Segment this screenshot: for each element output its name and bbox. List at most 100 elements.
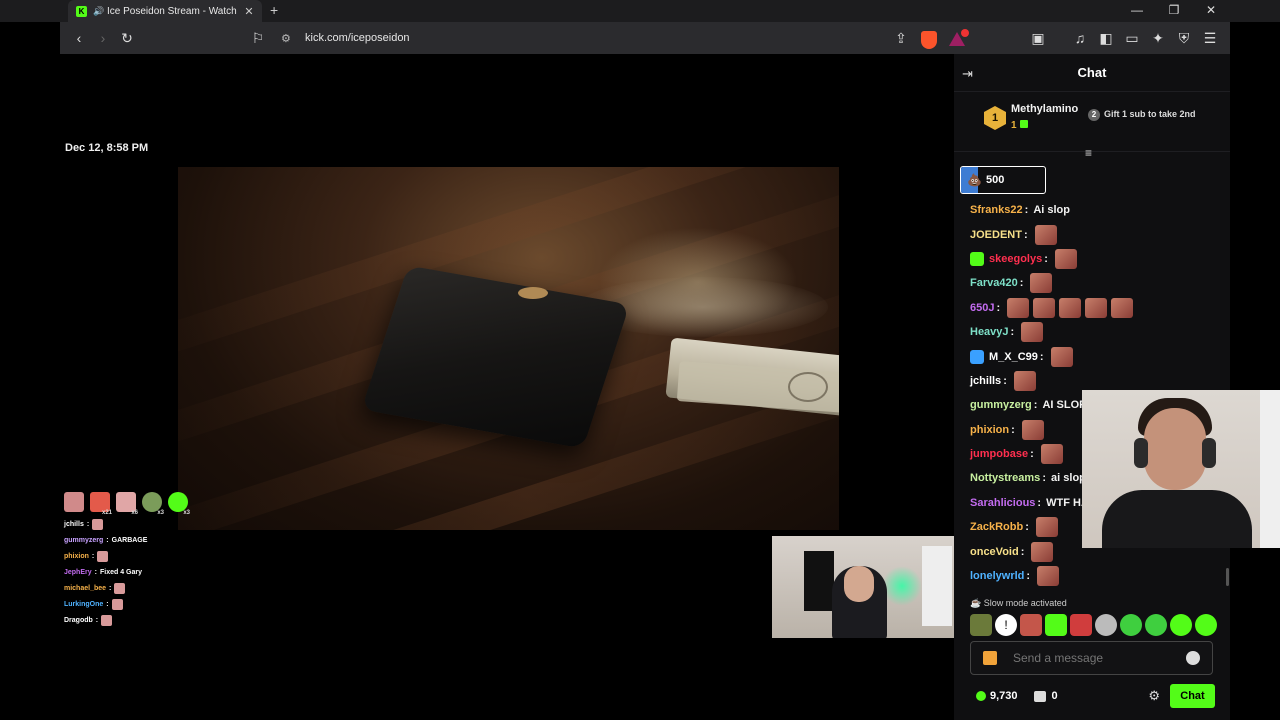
- share-icon[interactable]: ⇪: [889, 26, 913, 50]
- overlay-emote: x3: [168, 492, 190, 516]
- leo-ai-icon[interactable]: ✦: [1146, 26, 1170, 50]
- chat-username[interactable]: phixion: [970, 424, 1009, 436]
- emote-button[interactable]: [1045, 614, 1067, 636]
- chat-message: JOEDENT:: [970, 222, 1226, 246]
- browser-tab[interactable]: K 🔊 Ice Poseidon Stream - Watch ✕: [68, 0, 262, 22]
- chat-username[interactable]: HeavyJ: [970, 326, 1009, 338]
- chat-username[interactable]: skeegolys: [989, 253, 1042, 265]
- menu-icon[interactable]: ☰: [1198, 26, 1222, 50]
- chat-username[interactable]: Sarahlicious: [970, 497, 1035, 509]
- emote-button[interactable]: [970, 614, 992, 636]
- gift-prompt[interactable]: 2 Gift 1 sub to take 2nd: [1088, 109, 1228, 121]
- chat-username[interactable]: jumpobase: [970, 448, 1028, 460]
- chat-username[interactable]: Farva420: [970, 277, 1018, 289]
- brave-shields-icon[interactable]: [917, 26, 941, 50]
- vpn-icon[interactable]: ⛨: [1172, 26, 1196, 50]
- chat-emote: [1021, 419, 1044, 440]
- chat-username[interactable]: lonelywrld: [970, 570, 1024, 582]
- site-info-icon[interactable]: ⚙: [281, 32, 295, 45]
- chat-message: Farva420:: [970, 271, 1226, 295]
- overlay-username: Dragodb: [64, 616, 93, 624]
- emoji-picker-icon[interactable]: [1186, 651, 1200, 665]
- leader-name[interactable]: Methylamino: [1011, 103, 1078, 115]
- send-chat-button[interactable]: Chat: [1170, 684, 1215, 708]
- tab-close-icon[interactable]: ✕: [242, 5, 256, 18]
- emote-button[interactable]: [1070, 614, 1092, 636]
- bookmark-icon[interactable]: ⚐: [246, 26, 270, 50]
- chat-input-box[interactable]: [970, 641, 1213, 675]
- chat-username[interactable]: jchills: [970, 375, 1001, 387]
- chat-username[interactable]: Nottystreams: [970, 472, 1040, 484]
- overlay-emote: [64, 492, 84, 512]
- chat-emote: [1037, 566, 1060, 587]
- media-icon[interactable]: ♫: [1068, 26, 1092, 50]
- points-icon: [976, 691, 986, 701]
- leader-subs: 1: [1011, 120, 1028, 131]
- message-input[interactable]: [1005, 651, 1186, 665]
- quick-emote-bar: !: [970, 614, 1217, 636]
- emote-button[interactable]: [1120, 614, 1142, 636]
- user-badge-icon: [970, 251, 984, 266]
- streamer-webcam-large: [1082, 390, 1280, 548]
- emote-button[interactable]: [1170, 614, 1192, 636]
- reload-icon[interactable]: ↻: [115, 26, 139, 50]
- chat-username[interactable]: gummyzerg: [970, 399, 1032, 411]
- browser-toolbar: ‹ › ↻ ⚐ ⚙ kick.com/iceposeidon ⇪ ▣ ♫ ◧ ▭…: [60, 22, 1230, 54]
- browser-tab-bar: K 🔊 Ice Poseidon Stream - Watch ✕ + — ❐ …: [0, 0, 1280, 22]
- chat-message-text: ai slop: [1051, 472, 1086, 485]
- chat-message: skeegolys:: [970, 247, 1226, 271]
- overlay-emote: [97, 550, 109, 562]
- user-badge-icon: [970, 349, 984, 364]
- close-window-icon[interactable]: ✕: [1193, 0, 1229, 22]
- gift-icon[interactable]: [983, 651, 997, 665]
- chat-emote: [1031, 541, 1054, 562]
- emote-button[interactable]: [1145, 614, 1167, 636]
- emote-button[interactable]: [1195, 614, 1217, 636]
- minimize-icon[interactable]: —: [1119, 0, 1155, 22]
- chat-settings-icon[interactable]: ⚙: [1148, 688, 1160, 704]
- back-icon[interactable]: ‹: [67, 26, 91, 50]
- wallet-icon[interactable]: ▭: [1120, 26, 1144, 50]
- slow-mode-notice: ☕ Slow mode activated: [970, 598, 1067, 608]
- overlay-emote-combo: x21 x6 x3 x3: [64, 492, 264, 516]
- tab-search-icon[interactable]: ▣: [1026, 26, 1050, 50]
- chat-emote: [1013, 370, 1036, 391]
- brave-rewards-icon[interactable]: [945, 26, 969, 50]
- pinned-kicks-badge[interactable]: 💩 500: [960, 166, 1046, 194]
- forward-icon[interactable]: ›: [91, 26, 115, 50]
- emote-button[interactable]: [1095, 614, 1117, 636]
- collapse-chat-icon[interactable]: ⇥: [962, 66, 973, 82]
- chat-username[interactable]: 650J: [970, 302, 994, 314]
- chat-emote: [1059, 297, 1082, 318]
- chat-username[interactable]: ZackRobb: [970, 521, 1023, 533]
- chat-emote: [1021, 322, 1044, 343]
- chat-emote: [1030, 273, 1053, 294]
- toolbar-right-icons: ▣ ♫ ◧ ▭ ✦ ⛨ ☰: [1026, 26, 1222, 50]
- shop[interactable]: 0: [1033, 690, 1058, 702]
- video-player[interactable]: [178, 167, 839, 530]
- overlay-username: jchills: [64, 520, 84, 528]
- chat-username[interactable]: JOEDENT: [970, 229, 1022, 241]
- poop-icon: 💩: [967, 173, 982, 187]
- chat-filter-icon[interactable]: ≡: [1085, 146, 1092, 160]
- rank-two-icon: 2: [1088, 109, 1100, 121]
- chat-username[interactable]: onceVoid: [970, 546, 1019, 558]
- emote-button[interactable]: [1020, 614, 1042, 636]
- speaker-icon[interactable]: 🔊: [93, 6, 104, 17]
- overlay-emote: x3: [142, 492, 164, 516]
- chat-username[interactable]: Sfranks22: [970, 204, 1023, 216]
- chat-message: 650J:: [970, 296, 1226, 320]
- chat-username[interactable]: M_X_C99: [989, 351, 1038, 363]
- channel-points[interactable]: 9,730: [976, 690, 1018, 702]
- chat-scrollbar[interactable]: [1226, 568, 1229, 586]
- chat-footer: 9,730 0 ⚙ Chat: [970, 684, 1215, 708]
- maximize-icon[interactable]: ❐: [1156, 0, 1192, 22]
- emote-button[interactable]: !: [995, 614, 1017, 636]
- new-tab-icon[interactable]: +: [270, 2, 278, 18]
- chat-title: Chat: [1077, 65, 1107, 80]
- chat-emote: [1085, 297, 1108, 318]
- gift-icon: [1019, 120, 1028, 128]
- chat-emote: [1040, 444, 1063, 465]
- sidebar-icon[interactable]: ◧: [1094, 26, 1118, 50]
- overlay-chat-line: gummyzerg: GARBAGE: [64, 536, 148, 544]
